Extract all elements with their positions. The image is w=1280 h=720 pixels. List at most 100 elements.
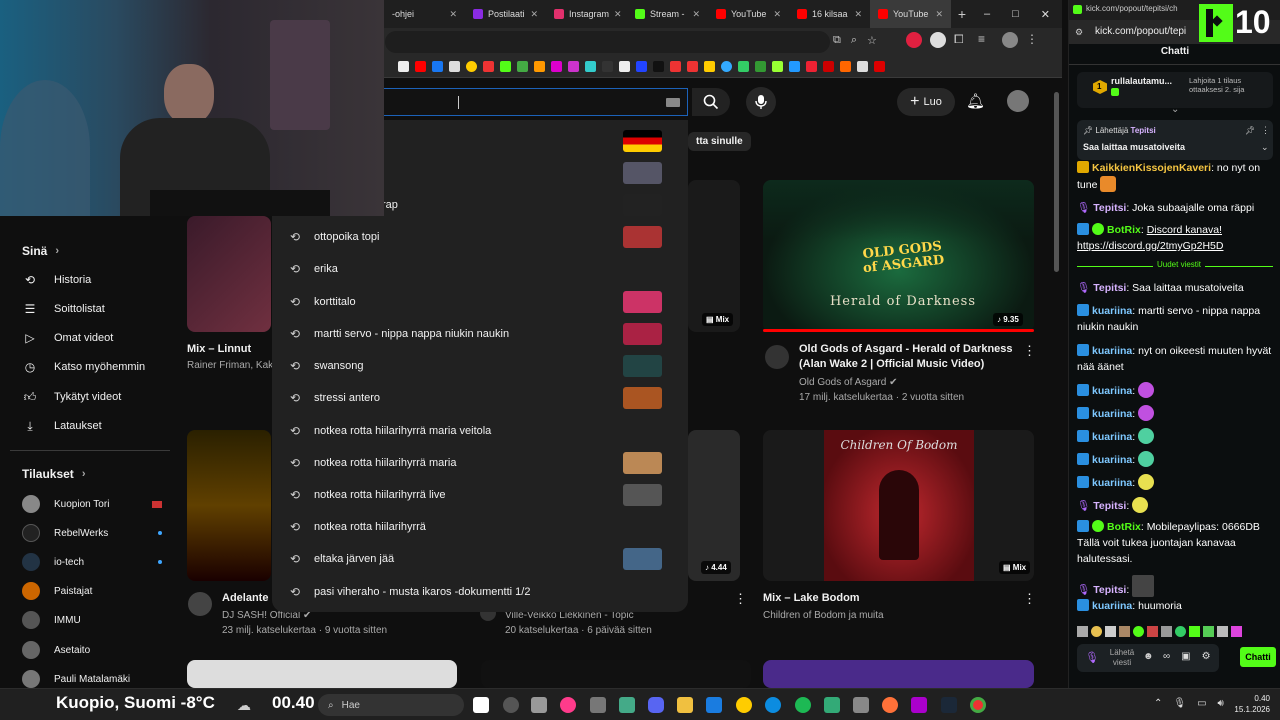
close-icon[interactable]: ✕ (530, 9, 538, 20)
video-channel[interactable]: Rainer Friman, Kak (187, 359, 272, 373)
bookmark-icon[interactable] (653, 61, 664, 72)
send-chat-button[interactable]: Chatti (1240, 647, 1276, 667)
folder-icon[interactable] (677, 697, 693, 713)
bookmark-icon[interactable] (466, 61, 477, 72)
video-thumbnail[interactable] (763, 660, 1034, 688)
bookmark-icon[interactable] (789, 61, 800, 72)
suggestion-item[interactable]: ⟲ swansong (288, 354, 668, 378)
channel-avatar[interactable] (188, 592, 212, 616)
app-icon[interactable] (590, 697, 606, 713)
video-title[interactable]: Old Gods of Asgard - Herald of Darkness … (799, 342, 1019, 372)
suggestion-item[interactable]: ⟲ notkea rotta hiilarihyrrä (288, 515, 668, 539)
subscriptions-link[interactable]: Tilaukset › (22, 467, 85, 481)
bookmark-icon[interactable] (823, 61, 834, 72)
close-window-button[interactable]: ✕ (1041, 8, 1050, 21)
menu-icon[interactable]: ⋮ (1026, 32, 1038, 48)
bookmark-icon[interactable] (840, 61, 851, 72)
settings-icon[interactable]: ⚙ (1075, 27, 1083, 38)
video-thumbnail[interactable] (688, 430, 740, 581)
bookmark-icon[interactable] (483, 61, 494, 72)
bookmark-icon[interactable] (551, 61, 562, 72)
tab-7[interactable]: YouTube ✕ (870, 0, 951, 28)
bookmark-icon[interactable] (585, 61, 596, 72)
network-icon[interactable]: ▭ (1197, 698, 1206, 709)
emote-icon[interactable] (1231, 626, 1242, 637)
video-title[interactable]: Mix – Linnut (187, 342, 272, 357)
bookmark-icon[interactable] (619, 61, 630, 72)
microphone-icon[interactable]: 🎙︎ (1173, 698, 1186, 709)
bookmark-icon[interactable] (449, 61, 460, 72)
close-icon[interactable]: ✕ (614, 9, 622, 20)
tab-3[interactable]: Instagram ✕ (546, 0, 627, 28)
create-button[interactable]: + Luo (897, 88, 955, 116)
emoji-icon[interactable]: ☻ (1143, 651, 1154, 662)
search-button[interactable] (692, 88, 730, 116)
taskview-icon[interactable] (473, 697, 489, 713)
new-tab-button[interactable]: + (951, 6, 973, 22)
keyboard-icon[interactable] (666, 98, 680, 107)
collapse-icon[interactable]: ⌄ (1171, 104, 1179, 115)
install-icon[interactable]: ⧉ (833, 34, 841, 47)
profile-icon[interactable] (1002, 32, 1018, 48)
tab-4[interactable]: Stream - ✕ (627, 0, 708, 28)
channel-avatar[interactable] (765, 345, 789, 369)
emote-icon[interactable] (1119, 626, 1130, 637)
maximize-button[interactable]: □ (1012, 8, 1019, 21)
emote-icon[interactable] (1133, 626, 1144, 637)
sidebar-sub-kuopion-tori[interactable]: Kuopion Tori (22, 495, 162, 513)
bookmark-icon[interactable] (755, 61, 766, 72)
suggestion-item[interactable]: ⟲ ottopoika topi (288, 225, 668, 249)
system-clock[interactable]: 0.40 15.1.2026 (1230, 693, 1270, 715)
settings-icon[interactable] (619, 697, 635, 713)
video-thumbnail[interactable]: Children Of Bodom (763, 430, 1034, 581)
video-title[interactable]: Mix – Lake Bodom (763, 591, 860, 606)
suggestion-item[interactable]: ⟲ stressi antero (288, 386, 668, 410)
edge-icon[interactable] (765, 697, 781, 713)
spotify-icon[interactable] (795, 697, 811, 713)
bookmark-icon[interactable] (806, 61, 817, 72)
sidebar-item-history[interactable]: ⟲ Historia (22, 273, 91, 287)
tab-2[interactable]: Postilaati ✕ (465, 0, 546, 28)
video-thumbnail[interactable] (187, 430, 271, 581)
close-icon[interactable]: ✕ (935, 9, 943, 20)
app-icon[interactable] (911, 697, 927, 713)
address-bar[interactable]: kick.com/popout/tepi (1095, 26, 1205, 37)
bookmark-icon[interactable] (874, 61, 885, 72)
bookmark-icon[interactable] (772, 61, 783, 72)
app-icon[interactable] (531, 697, 547, 713)
expand-icon[interactable]: ⌄ (1261, 142, 1269, 153)
bookmark-icon[interactable] (687, 61, 698, 72)
mail-icon[interactable] (706, 697, 722, 713)
suggestion-item[interactable]: ⟲ eltaka järven jää (288, 547, 668, 571)
bookmark-icon[interactable] (568, 61, 579, 72)
bookmark-icon[interactable] (636, 61, 647, 72)
emote-icon[interactable] (1105, 626, 1116, 637)
bookmark-icon[interactable] (704, 61, 715, 72)
scrollbar[interactable] (1052, 82, 1060, 682)
emote-icon[interactable] (1217, 626, 1228, 637)
video-title[interactable]: Adelante (222, 591, 272, 606)
bookmark-icon[interactable] (534, 61, 545, 72)
top-gifter-bar[interactable]: 1 rullalautamu... Lahjoita 1 tilaus otta… (1077, 72, 1273, 108)
video-thumbnail[interactable] (187, 660, 457, 688)
bookmark-icon[interactable] (602, 61, 613, 72)
pin-icon[interactable]: 📌︎ (1245, 126, 1255, 135)
suggestion-item[interactable]: ⟲ erika (288, 257, 668, 281)
emote-icon[interactable] (1091, 626, 1102, 637)
settings-icon[interactable]: ⚙ (1202, 651, 1211, 662)
app-icon[interactable] (824, 697, 840, 713)
app-icon[interactable] (560, 697, 576, 713)
gift-icon[interactable]: ▣ (1181, 651, 1190, 662)
suggestion-item[interactable]: ⟲ pasi viheraho - musta ikaros -dokumentt… (288, 580, 668, 604)
chevron-up-icon[interactable]: ⌃ (1154, 698, 1162, 709)
bookmark-icon[interactable] (500, 61, 511, 72)
close-icon[interactable]: ✕ (449, 9, 457, 20)
close-icon[interactable]: ✕ (692, 9, 700, 20)
app-icon[interactable] (503, 697, 519, 713)
video-channel[interactable]: Old Gods of Asgard ✔ (799, 376, 897, 390)
firefox-icon[interactable] (882, 697, 898, 713)
app-icon[interactable] (853, 697, 869, 713)
more-options-icon[interactable]: ⋮ (1023, 343, 1036, 359)
sidebar-item-liked[interactable]: 👍︎ Tykätyt videot (22, 390, 122, 404)
extension-icon[interactable] (930, 32, 946, 48)
